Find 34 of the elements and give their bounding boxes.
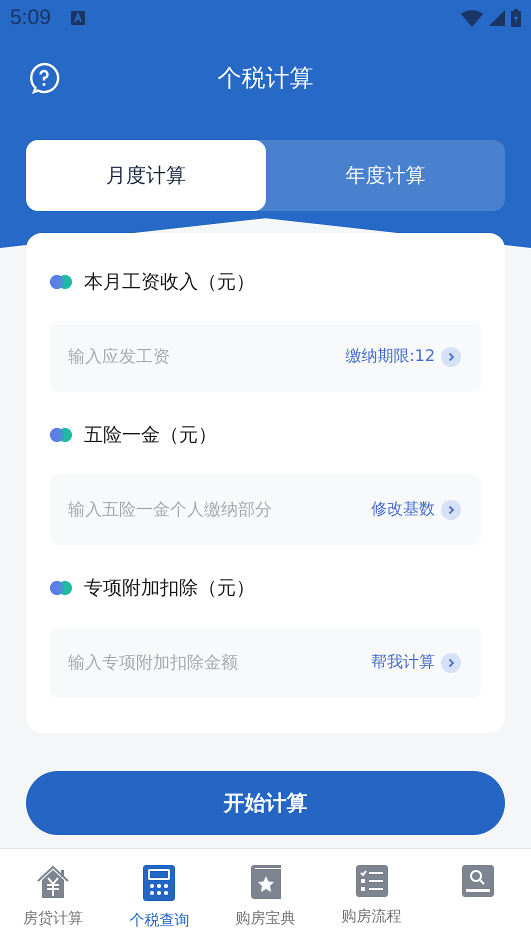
nav-label[interactable]: 个税查询 (129, 911, 190, 930)
page-title: 个税计算 (218, 63, 314, 94)
nav-label[interactable]: 购房流程 (342, 907, 402, 926)
calculator-icon[interactable] (143, 865, 176, 901)
chevron-icon[interactable] (441, 500, 461, 520)
input-field[interactable]: 输入五险一金个人缴纳部分 修改基数 (50, 474, 481, 545)
tab[interactable]: 年度计算 (266, 140, 505, 211)
field-label: 本月工资收入（元） (84, 270, 255, 295)
dot-icon (50, 275, 72, 289)
dot-icon (50, 581, 72, 595)
search-card-icon[interactable] (462, 865, 494, 897)
field-action[interactable]: 帮我计算 (371, 652, 435, 673)
keyboard-icon (70, 11, 85, 25)
book-star-icon[interactable] (250, 865, 280, 899)
wifi-icon (461, 10, 483, 26)
status-time: 5:09 (10, 6, 51, 30)
field-label: 专项附加扣除（元） (84, 576, 255, 601)
field-action[interactable]: 缴纳期限:12 (345, 346, 435, 367)
dot-icon (50, 428, 72, 442)
battery-icon (511, 9, 521, 27)
signal-icon (489, 10, 505, 26)
tab[interactable]: 月度计算 (26, 140, 266, 211)
start-button[interactable]: 开始计算 (26, 771, 505, 835)
input-field[interactable]: 输入专项附加扣除金额 帮我计算 (50, 627, 481, 698)
checklist-icon[interactable] (356, 865, 388, 897)
input-field[interactable]: 输入应发工资 缴纳期限:12 (50, 321, 481, 392)
field-label: 五险一金（元） (84, 423, 217, 448)
house-icon[interactable] (36, 865, 70, 899)
nav-label[interactable]: 房贷计算 (23, 909, 84, 928)
field-action[interactable]: 修改基数 (371, 499, 435, 520)
help-icon[interactable] (28, 62, 60, 94)
chevron-icon[interactable] (441, 652, 461, 672)
chevron-icon[interactable] (441, 346, 461, 366)
nav-label[interactable]: 购房宝典 (236, 909, 296, 928)
